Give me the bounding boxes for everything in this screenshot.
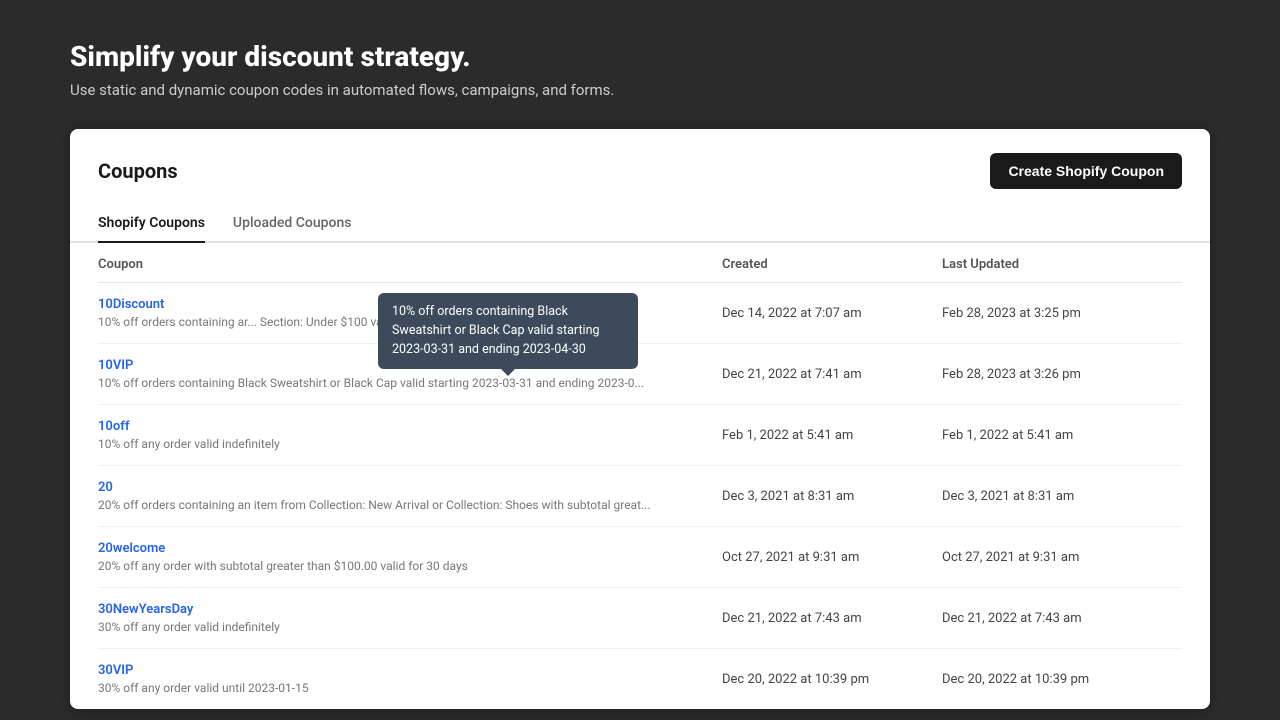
created-date: Feb 1, 2022 at 5:41 am: [722, 428, 942, 443]
table-row: 20 20% off orders containing an item fro…: [98, 466, 1182, 527]
table-row: 30VIP 30% off any order valid until 2023…: [98, 649, 1182, 709]
coupon-desc: 30% off any order valid indefinitely: [98, 620, 678, 634]
created-date: Dec 21, 2022 at 7:43 am: [722, 611, 942, 626]
hero-section: Simplify your discount strategy. Use sta…: [0, 0, 1280, 129]
table-row: 20welcome 20% off any order with subtota…: [98, 527, 1182, 588]
updated-date: Feb 28, 2023 at 3:25 pm: [942, 306, 1182, 321]
coupons-table: Coupon Created Last Updated 10Discount 1…: [70, 243, 1210, 709]
card-header: Coupons Create Shopify Coupon: [70, 129, 1210, 189]
coupon-name-link[interactable]: 10VIP: [98, 358, 722, 373]
page-subtitle: Use static and dynamic coupon codes in a…: [70, 81, 1210, 99]
coupon-cell: 20welcome 20% off any order with subtota…: [98, 541, 722, 573]
coupon-name-link[interactable]: 20: [98, 480, 722, 495]
page-title: Simplify your discount strategy.: [70, 40, 1210, 73]
coupon-cell: 20 20% off orders containing an item fro…: [98, 480, 722, 512]
table-row: 10VIP 10% off orders containing Black Sw…: [98, 344, 1182, 405]
create-coupon-button[interactable]: Create Shopify Coupon: [990, 153, 1182, 189]
coupon-cell: 10Discount 10% off orders containing ar.…: [98, 297, 722, 329]
coupon-cell: 10off 10% off any order valid indefinite…: [98, 419, 722, 451]
coupons-card: Coupons Create Shopify Coupon Shopify Co…: [70, 129, 1210, 709]
table-row: 10Discount 10% off orders containing ar.…: [98, 283, 1182, 344]
updated-date: Oct 27, 2021 at 9:31 am: [942, 550, 1182, 565]
coupon-cell: 30VIP 30% off any order valid until 2023…: [98, 663, 722, 695]
created-date: Dec 3, 2021 at 8:31 am: [722, 489, 942, 504]
card-title: Coupons: [98, 159, 178, 183]
coupon-desc: 20% off any order with subtotal greater …: [98, 559, 678, 573]
coupon-name-link[interactable]: 30NewYearsDay: [98, 602, 722, 617]
coupon-desc: 20% off orders containing an item from C…: [98, 498, 678, 512]
coupon-cell: 10VIP 10% off orders containing Black Sw…: [98, 358, 722, 390]
coupon-desc: 30% off any order valid until 2023-01-15: [98, 681, 678, 695]
header-coupon: Coupon: [98, 257, 722, 272]
updated-date: Dec 3, 2021 at 8:31 am: [942, 489, 1182, 504]
updated-date: Dec 21, 2022 at 7:43 am: [942, 611, 1182, 626]
coupon-desc: 10% off orders containing Black Sweatshi…: [98, 376, 678, 390]
updated-date: Feb 1, 2022 at 5:41 am: [942, 428, 1182, 443]
coupon-desc: 10% off any order valid indefinitely: [98, 437, 678, 451]
created-date: Dec 21, 2022 at 7:41 am: [722, 367, 942, 382]
created-date: Dec 20, 2022 at 10:39 pm: [722, 672, 942, 687]
created-date: Dec 14, 2022 at 7:07 am: [722, 306, 942, 321]
tabs-row: Shopify Coupons Uploaded Coupons: [70, 205, 1210, 243]
updated-date: Dec 20, 2022 at 10:39 pm: [942, 672, 1182, 687]
coupon-name-link[interactable]: 10off: [98, 419, 722, 434]
header-last-updated: Last Updated: [942, 257, 1182, 272]
table-row: 10off 10% off any order valid indefinite…: [98, 405, 1182, 466]
header-created: Created: [722, 257, 942, 272]
coupon-name-link[interactable]: 30VIP: [98, 663, 722, 678]
updated-date: Feb 28, 2023 at 3:26 pm: [942, 367, 1182, 382]
coupon-name-link[interactable]: 20welcome: [98, 541, 722, 556]
coupon-name-link[interactable]: 10Discount: [98, 297, 722, 312]
coupon-desc: 10% off orders containing ar... Section:…: [98, 315, 678, 329]
tab-uploaded-coupons[interactable]: Uploaded Coupons: [233, 205, 352, 243]
tab-shopify-coupons[interactable]: Shopify Coupons: [98, 205, 205, 243]
table-row: 30NewYearsDay 30% off any order valid in…: [98, 588, 1182, 649]
created-date: Oct 27, 2021 at 9:31 am: [722, 550, 942, 565]
table-header-row: Coupon Created Last Updated: [98, 243, 1182, 283]
coupon-cell: 30NewYearsDay 30% off any order valid in…: [98, 602, 722, 634]
